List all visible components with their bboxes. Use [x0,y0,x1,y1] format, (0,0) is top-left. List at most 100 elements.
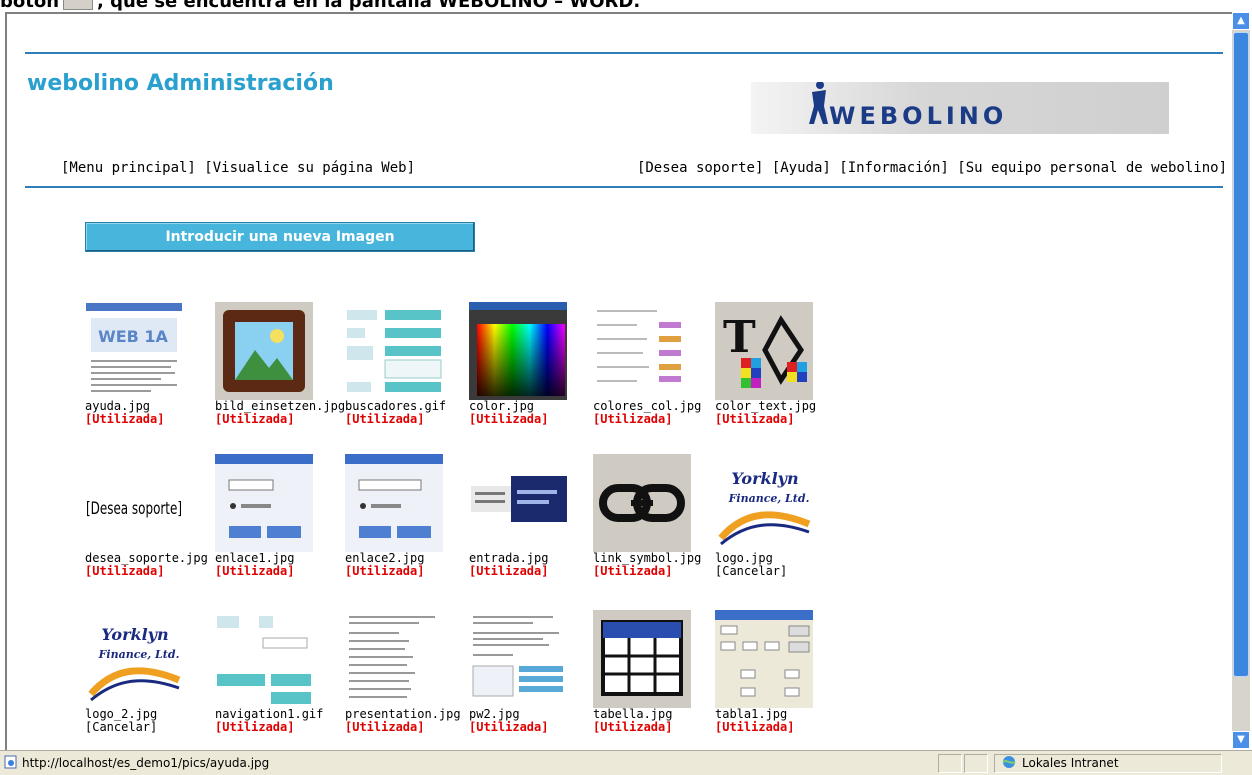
image-tile-presentation[interactable]: presentation.jpg [Utilizada] [345,610,473,734]
image-status-cancel[interactable]: [Cancelar] [85,721,213,734]
thumbnail-link-symbol[interactable] [593,454,691,552]
nav-desea-soporte[interactable]: [Desea soporte] [637,160,763,176]
nav-right: [Desea soporte] [Ayuda] [Información] [S… [637,160,1227,176]
thumbnail-enlace1[interactable] [215,454,313,552]
page-icon [4,755,17,769]
top-caption: botón , que se encuentra en la pantalla W… [0,0,1252,11]
zone-label: Lokales Intranet [1022,756,1119,770]
thumbnail-color-text[interactable]: T [715,302,813,400]
nav-equipo-personal[interactable]: [Su equipo personal de webolino] [957,160,1227,176]
web-logo-text: WEB 1A [98,327,168,346]
image-status[interactable]: [Utilizada] [85,565,213,578]
image-tile-logo-2[interactable]: Yorklyn Finance, Ltd. logo_2.jpg [Cancel… [85,610,213,734]
image-status[interactable]: [Utilizada] [215,565,343,578]
image-status[interactable]: [Utilizada] [715,413,843,426]
color-palette-icon [469,302,567,400]
entrada-thumb-art [469,454,567,552]
picture-frame-icon [215,302,313,400]
image-tile-bild-einsetzen[interactable]: bild_einsetzen.jpg [Utilizada] [215,302,345,426]
text-fill-icon: T [715,302,813,400]
image-tile-enlace2[interactable]: enlace2.jpg [Utilizada] [345,454,473,578]
thumbnail-enlace2[interactable] [345,454,443,552]
chain-link-icon [593,454,691,552]
image-tile-color-text[interactable]: T color_text.jpg [Utilizada] [715,302,843,426]
scroll-thumb[interactable] [1233,32,1249,677]
browser-viewport: webolino Administración WEBOLINO [Menu p… [5,12,1234,751]
scroll-down-icon[interactable]: ▼ [1232,731,1250,749]
image-status-cancel[interactable]: [Cancelar] [715,565,843,578]
new-image-button[interactable]: Introducir una nueva Imagen [85,222,475,252]
image-status[interactable]: [Utilizada] [85,413,213,426]
site-title: webolino Administración [27,71,334,96]
nav-menu-principal[interactable]: [Menu principal] [61,160,196,176]
nav-left: [Menu principal] [Visualice su página We… [61,160,415,176]
svg-text:T: T [723,312,756,363]
thumbnail-presentation[interactable] [345,610,443,708]
status-panel [938,754,962,773]
image-tile-link-symbol[interactable]: link_symbol.jpg [Utilizada] [593,454,721,578]
image-tile-desea-soporte[interactable]: [Desea soporte] desea_soporte.jpg [Utili… [85,454,213,578]
navigation-thumb-art [215,610,313,708]
logo-wordmark: WEBOLINO [829,102,1008,130]
nav-ayuda[interactable]: [Ayuda] [772,160,831,176]
desea-soporte-text: [Desea soporte] [86,499,182,519]
thumbnail-buscadores[interactable] [345,302,443,400]
image-status[interactable]: [Utilizada] [345,413,473,426]
thumbnail-tabella[interactable] [593,610,691,708]
image-tile-tabella[interactable]: tabella.jpg [Utilizada] [593,610,721,734]
image-tile-enlace1[interactable]: enlace1.jpg [Utilizada] [215,454,343,578]
text-document-icon [345,610,443,708]
thumbnail-navigation1[interactable] [215,610,313,708]
image-status[interactable]: [Utilizada] [215,721,343,734]
thumbnail-bild-einsetzen[interactable] [215,302,313,400]
image-tile-colores-col[interactable]: colores_col.jpg [Utilizada] [593,302,721,426]
top-rule [25,52,1223,54]
thumbnail-pw2[interactable] [469,610,567,708]
caption-before: botón [0,0,60,11]
thumbnail-colores-col[interactable] [593,302,691,400]
scroll-up-icon[interactable]: ▲ [1232,12,1250,30]
table-dialog-icon [715,610,813,708]
thumbnail-tabla1[interactable] [715,610,813,708]
thumbnail-entrada[interactable] [469,454,567,552]
image-status[interactable]: [Utilizada] [469,721,597,734]
thumbnail-desea-soporte[interactable]: [Desea soporte] [85,454,183,552]
image-tile-navigation1[interactable]: navigation1.gif [Utilizada] [215,610,343,734]
nav-visualice-pagina[interactable]: [Visualice su página Web] [204,160,415,176]
nav-informacion[interactable]: [Información] [839,160,949,176]
brand-line-1: Yorklyn [101,625,168,644]
image-status[interactable]: [Utilizada] [469,565,597,578]
thumbnail-color[interactable] [469,302,567,400]
image-status[interactable]: [Utilizada] [469,413,597,426]
image-tile-entrada[interactable]: entrada.jpg [Utilizada] [469,454,597,578]
brand-line-2: Finance, Ltd. [98,648,180,661]
image-status[interactable]: [Utilizada] [215,413,343,426]
image-tile-logo[interactable]: Yorklyn Finance, Ltd. logo.jpg [Cancelar… [715,454,843,578]
image-status[interactable]: [Utilizada] [345,565,473,578]
password-form-icon [469,610,567,708]
image-tile-tabla1[interactable]: tabla1.jpg [Utilizada] [715,610,843,734]
thumbnail-logo-2[interactable]: Yorklyn Finance, Ltd. [85,610,183,708]
image-status[interactable]: [Utilizada] [345,721,473,734]
thumbnail-ayuda[interactable]: WEB 1A [85,302,183,400]
image-status[interactable]: [Utilizada] [593,721,721,734]
image-tile-pw2[interactable]: pw2.jpg [Utilizada] [469,610,597,734]
link-dialog-icon [215,454,313,552]
link-dialog-icon [345,454,443,552]
vertical-scrollbar[interactable]: ▲ ▼ [1232,12,1250,749]
image-status[interactable]: [Utilizada] [715,721,843,734]
image-status[interactable]: [Utilizada] [593,565,721,578]
status-panel [964,754,988,773]
image-status[interactable]: [Utilizada] [593,413,721,426]
yorklyn-logo-art: Yorklyn Finance, Ltd. [715,454,813,552]
image-tile-buscadores[interactable]: buscadores.gif [Utilizada] [345,302,473,426]
intranet-zone-icon [1002,756,1016,768]
runner-figure-icon [809,82,828,124]
desea-soporte-thumb-art: [Desea soporte] [85,454,183,552]
image-tile-ayuda[interactable]: WEB 1A ayuda.jpg [Utilizada] [85,302,213,426]
ayuda-thumb-art: WEB 1A [85,302,183,400]
thumbnail-logo[interactable]: Yorklyn Finance, Ltd. [715,454,813,552]
yorklyn-logo-art: Yorklyn Finance, Ltd. [85,610,183,708]
caption-after: , que se encuentra en la pantalla WEBOLI… [97,0,641,11]
image-tile-color[interactable]: color.jpg [Utilizada] [469,302,597,426]
